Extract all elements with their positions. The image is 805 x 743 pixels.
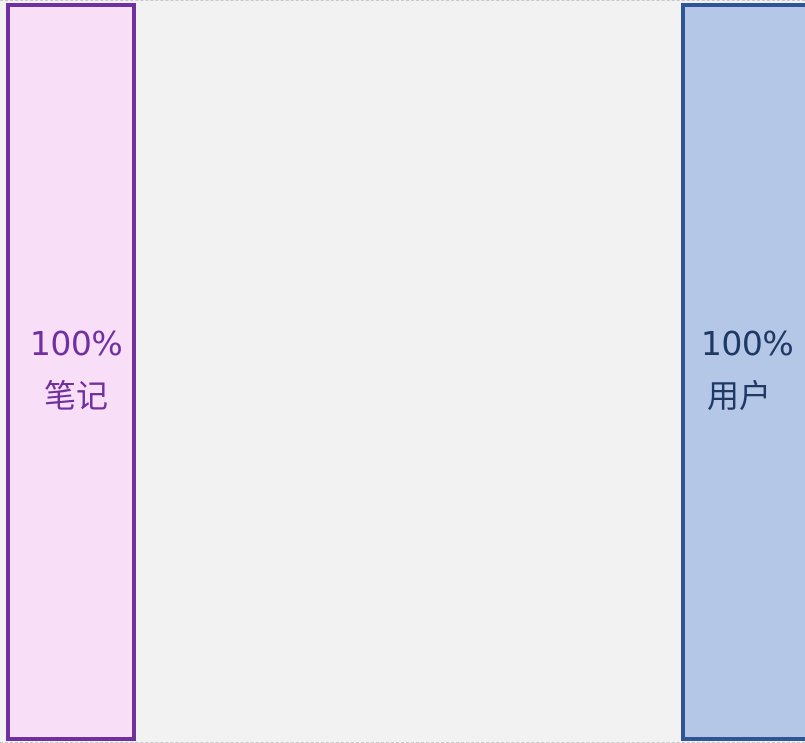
notes-bar: 100% 笔记 xyxy=(6,3,136,741)
notes-percent: 100% xyxy=(29,324,123,363)
diagram-canvas: 100% 笔记 100% 用户 xyxy=(0,0,805,743)
users-percent: 100% xyxy=(700,324,794,363)
users-bar: 100% 用户 xyxy=(681,3,805,741)
notes-label: 笔记 xyxy=(43,377,108,415)
users-label: 用户 xyxy=(706,377,771,415)
